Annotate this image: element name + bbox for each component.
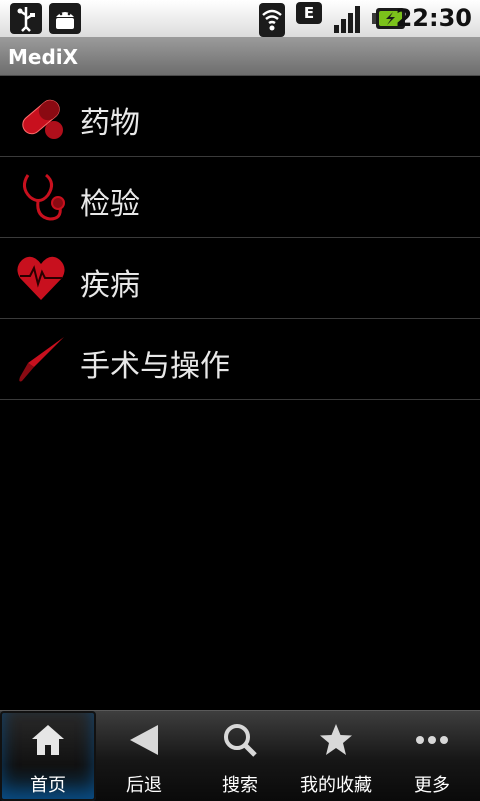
app-title-bar: MediX	[0, 38, 480, 76]
list-item-diseases[interactable]: 疾病	[0, 238, 480, 319]
android-debug-icon	[49, 3, 81, 34]
star-icon	[316, 721, 356, 759]
list-item-label: 检验	[80, 187, 140, 222]
app-title: MediX	[8, 45, 79, 69]
tab-home[interactable]: 首页	[0, 711, 96, 801]
heart-pulse-icon	[14, 252, 68, 306]
list-item-label: 手术与操作	[80, 349, 230, 384]
more-dots-icon	[412, 721, 452, 759]
tab-label: 搜索	[222, 775, 258, 796]
status-bar: E 22:30	[0, 0, 480, 38]
scalpel-icon	[14, 333, 68, 387]
back-arrow-icon	[124, 721, 164, 759]
tab-more[interactable]: 更多	[384, 711, 480, 801]
tab-back[interactable]: 后退	[96, 711, 192, 801]
tab-label: 首页	[30, 775, 66, 796]
tab-search[interactable]: 搜索	[192, 711, 288, 801]
search-icon	[220, 721, 260, 759]
tab-label: 更多	[414, 775, 450, 796]
usb-icon	[10, 3, 42, 34]
category-list: 药物 检验 疾病 手术与操作	[0, 76, 480, 400]
bottom-tab-bar: 首页 后退 搜索 我的收藏 更多	[0, 710, 480, 801]
wifi-icon	[259, 3, 285, 37]
status-time: 22:30	[395, 4, 472, 32]
pill-icon	[14, 90, 68, 144]
edge-network-icon: E	[296, 2, 322, 24]
list-item-label: 药物	[80, 106, 140, 141]
list-item-drugs[interactable]: 药物	[0, 76, 480, 157]
tab-label: 后退	[126, 775, 162, 796]
list-item-tests[interactable]: 检验	[0, 157, 480, 238]
list-item-surgery[interactable]: 手术与操作	[0, 319, 480, 400]
tab-label: 我的收藏	[300, 775, 372, 796]
list-item-label: 疾病	[80, 268, 140, 303]
home-icon	[28, 721, 68, 759]
signal-icon	[332, 3, 366, 34]
stethoscope-icon	[14, 171, 68, 225]
tab-favorites[interactable]: 我的收藏	[288, 711, 384, 801]
